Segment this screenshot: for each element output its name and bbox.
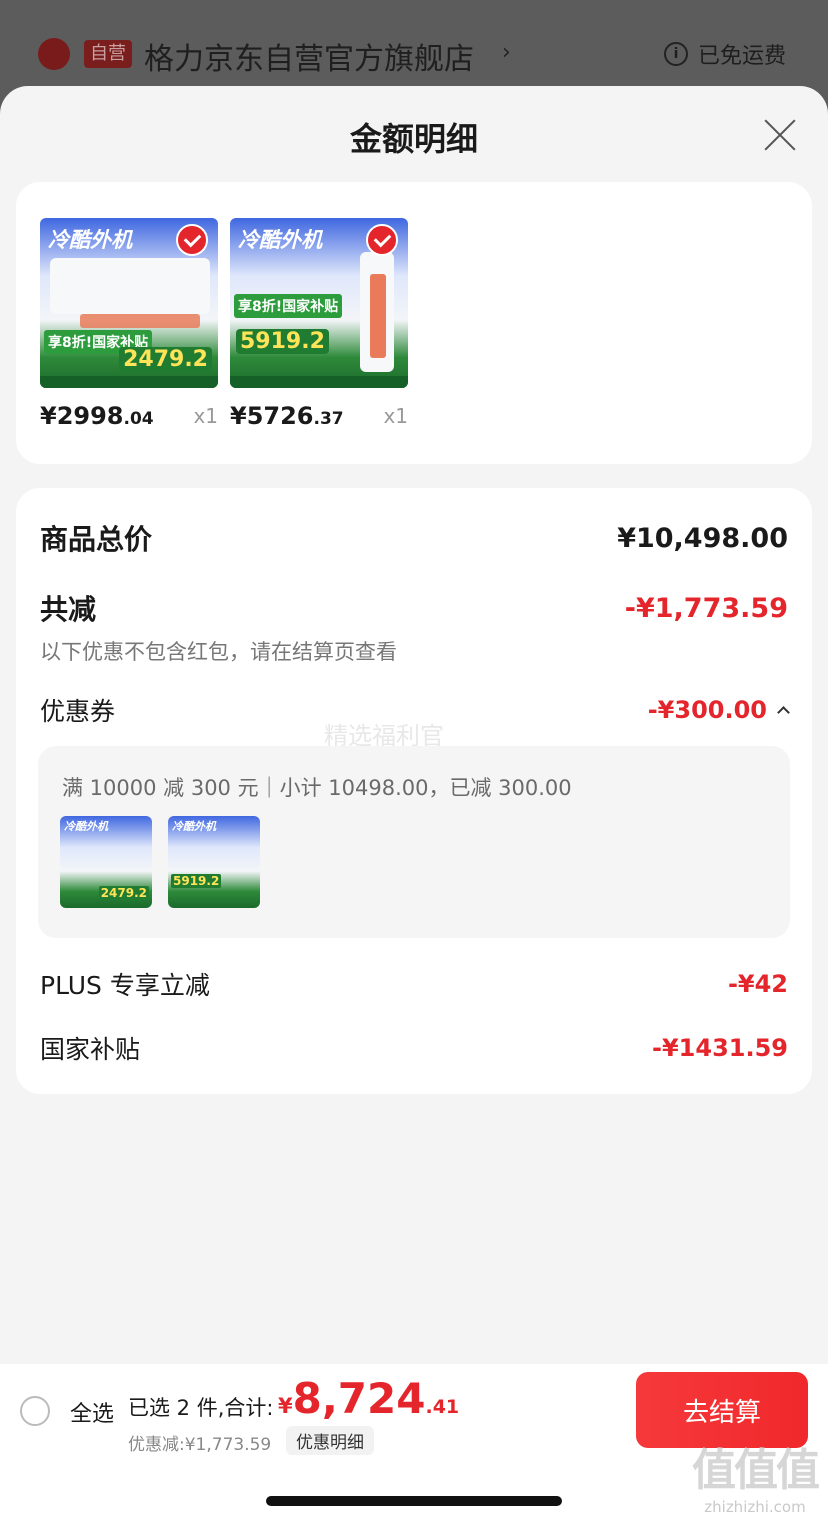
product-price: ¥5726.37 <box>230 402 344 430</box>
chevron-up-icon[interactable] <box>777 705 790 719</box>
total-price: ¥8,724.41 <box>278 1374 460 1423</box>
shipping-info[interactable]: i 已免运费 <box>663 38 786 70</box>
subsidy-label: 国家补贴 <box>40 1035 141 1064</box>
plus-row: PLUS 专享立减 -¥42 <box>40 966 788 1002</box>
coupon-label: 优惠券 <box>40 697 116 726</box>
product-item[interactable]: 冷酷外机 享8折!国家补贴 2479.2 ¥2998.04 x1 <box>40 218 218 430</box>
self-operated-badge: 自营 <box>84 40 132 68</box>
discount-note: 以下优惠不包含红包，请在结算页查看 <box>40 640 397 664</box>
price-details-card: 商品总价 ¥10,498.00 共减 -¥1,773.59 以下优惠不包含红包，… <box>16 488 812 1094</box>
product-price: ¥2998.04 <box>40 402 154 430</box>
home-indicator <box>266 1496 562 1506</box>
total-row: 商品总价 ¥10,498.00 <box>40 518 788 558</box>
plus-label: PLUS 专享立减 <box>40 971 210 1000</box>
coupon-product-thumb: 冷酷外机 2479.2 <box>60 816 152 908</box>
discount-detail-button[interactable]: 优惠明细 <box>286 1426 374 1455</box>
amount-detail-sheet: 金额明细 冷酷外机 享8折!国家补贴 2479.2 ¥2998.04 x1 冷酷… <box>0 86 828 1522</box>
info-icon: i <box>663 42 688 66</box>
sheet-title: 金额明细 <box>349 120 478 158</box>
subsidy-value: -¥1431.59 <box>652 1034 788 1062</box>
close-icon[interactable] <box>762 116 798 152</box>
products-card: 冷酷外机 享8折!国家补贴 2479.2 ¥2998.04 x1 冷酷外机 享8… <box>16 182 812 464</box>
coupon-detail-text: 满 10000 减 300 元｜小计 10498.00，已减 300.00 <box>62 776 572 800</box>
reduce-row: 共减 -¥1,773.59 <box>40 588 788 628</box>
shipping-text: 已免运费 <box>697 44 786 69</box>
checked-icon[interactable] <box>176 224 208 256</box>
discount-amount: 优惠减:¥1,773.59 <box>128 1435 272 1455</box>
total-label: 商品总价 <box>40 523 153 556</box>
coupon-value: -¥300.00 <box>647 696 767 724</box>
product-item[interactable]: 冷酷外机 享8折!国家补贴 5919.2 ¥5726.37 x1 <box>230 218 408 430</box>
reduce-value: -¥1,773.59 <box>624 592 788 624</box>
selected-count: 已选 2 件,合计: <box>128 1396 274 1420</box>
select-all-radio[interactable] <box>20 1396 50 1426</box>
coupon-detail-box: 满 10000 减 300 元｜小计 10498.00，已减 300.00 冷酷… <box>38 746 790 938</box>
store-name[interactable]: 格力京东自营官方旗舰店 <box>144 34 474 78</box>
product-quantity: x1 <box>383 404 408 428</box>
product-image: 冷酷外机 享8折!国家补贴 2479.2 <box>40 218 218 388</box>
checked-icon[interactable] <box>366 224 398 256</box>
reduce-label: 共减 <box>40 593 97 626</box>
subsidy-row: 国家补贴 -¥1431.59 <box>40 1030 788 1066</box>
checkout-bar: 全选 已选 2 件,合计: ¥8,724.41 优惠减:¥1,773.59 优惠… <box>0 1364 828 1522</box>
site-watermark: 值值值 zhizhizhi.com <box>692 1445 820 1516</box>
total-value: ¥10,498.00 <box>617 522 788 554</box>
coupon-product-thumb: 冷酷外机 5919.2 <box>168 816 260 908</box>
product-image: 冷酷外机 享8折!国家补贴 5919.2 <box>230 218 408 388</box>
plus-value: -¥42 <box>727 970 788 998</box>
chevron-right-icon: › <box>502 40 511 65</box>
product-quantity: x1 <box>193 404 218 428</box>
select-all-label[interactable]: 全选 <box>70 1396 114 1428</box>
store-check-icon[interactable] <box>38 38 70 70</box>
